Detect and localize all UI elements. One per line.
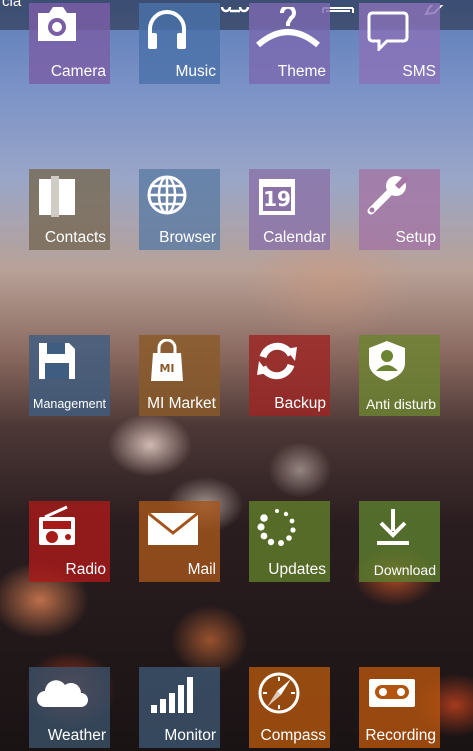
shield-user-icon — [365, 339, 409, 383]
app-label: Music — [175, 63, 216, 80]
app-tile-contacts[interactable]: Contacts — [29, 169, 110, 250]
app-tile-management[interactable]: Management — [29, 335, 110, 416]
wrench-icon — [365, 173, 409, 217]
bag-badge: MI — [159, 362, 174, 375]
app-tile-mi-market[interactable]: MI MI Market — [139, 335, 220, 416]
app-label: Calendar — [263, 229, 326, 246]
app-label: Management — [33, 397, 106, 411]
app-label: Setup — [395, 229, 436, 246]
speech-bubble-icon — [365, 7, 409, 51]
app-label: Weather — [47, 727, 106, 744]
app-tile-backup[interactable]: Backup — [249, 335, 330, 416]
compass-icon — [257, 671, 301, 715]
app-tile-anti-disturb[interactable]: Anti disturb — [359, 335, 440, 416]
app-label: Camera — [50, 63, 106, 80]
status-text: cia — [2, 0, 22, 10]
signal-bars-icon — [149, 671, 193, 715]
app-label: Recording — [365, 727, 436, 744]
app-tile-radio[interactable]: Radio — [29, 501, 110, 582]
app-label: Anti disturb — [365, 396, 436, 412]
app-tile-compass[interactable]: Compass — [249, 667, 330, 748]
app-label: Monitor — [164, 727, 216, 744]
app-tile-weather[interactable]: Weather — [29, 667, 110, 748]
app-tile-updates[interactable]: Updates — [249, 501, 330, 582]
shopping-bag-icon: MI — [145, 339, 189, 383]
share-icon[interactable] — [219, 0, 251, 19]
radio-icon — [35, 505, 79, 549]
calendar-icon: 19 — [255, 173, 299, 217]
cassette-icon — [365, 671, 421, 715]
app-label: Download — [373, 562, 436, 578]
camera-icon — [35, 0, 79, 43]
app-tile-mail[interactable]: Mail — [139, 501, 220, 582]
app-tile-monitor[interactable]: Monitor — [139, 667, 220, 748]
app-tile-theme[interactable]: Theme — [249, 3, 330, 84]
contact-card-icon — [35, 173, 79, 217]
app-tile-music[interactable]: Music — [139, 3, 220, 84]
app-label: Compass — [260, 727, 326, 744]
app-tile-browser[interactable]: Browser — [139, 169, 220, 250]
globe-icon — [145, 173, 189, 217]
app-label: Contacts — [44, 229, 106, 246]
app-label: Updates — [268, 561, 326, 578]
app-tile-setup[interactable]: Setup — [359, 169, 440, 250]
hanger-icon — [253, 7, 323, 51]
cloud-icon — [35, 671, 91, 715]
app-label: Mail — [187, 561, 216, 578]
app-label: SMS — [402, 63, 436, 80]
floppy-disk-icon — [35, 339, 79, 383]
download-icon — [371, 505, 415, 549]
app-tile-sms[interactable]: SMS — [359, 3, 440, 84]
app-label: Browser — [159, 229, 216, 246]
app-tile-recording[interactable]: Recording — [359, 667, 440, 748]
headphones-icon — [145, 7, 189, 51]
app-label: Backup — [274, 395, 326, 412]
app-tile-download[interactable]: Download — [359, 501, 440, 582]
sync-icon — [255, 339, 299, 383]
calendar-day: 19 — [263, 187, 291, 211]
envelope-icon — [145, 505, 201, 549]
app-label: Theme — [277, 63, 326, 80]
app-label: MI Market — [147, 395, 216, 412]
loading-dots-icon — [255, 505, 299, 549]
app-label: Radio — [65, 561, 107, 578]
app-tile-camera[interactable]: Camera — [29, 3, 110, 84]
app-tile-calendar[interactable]: 19 Calendar — [249, 169, 330, 250]
